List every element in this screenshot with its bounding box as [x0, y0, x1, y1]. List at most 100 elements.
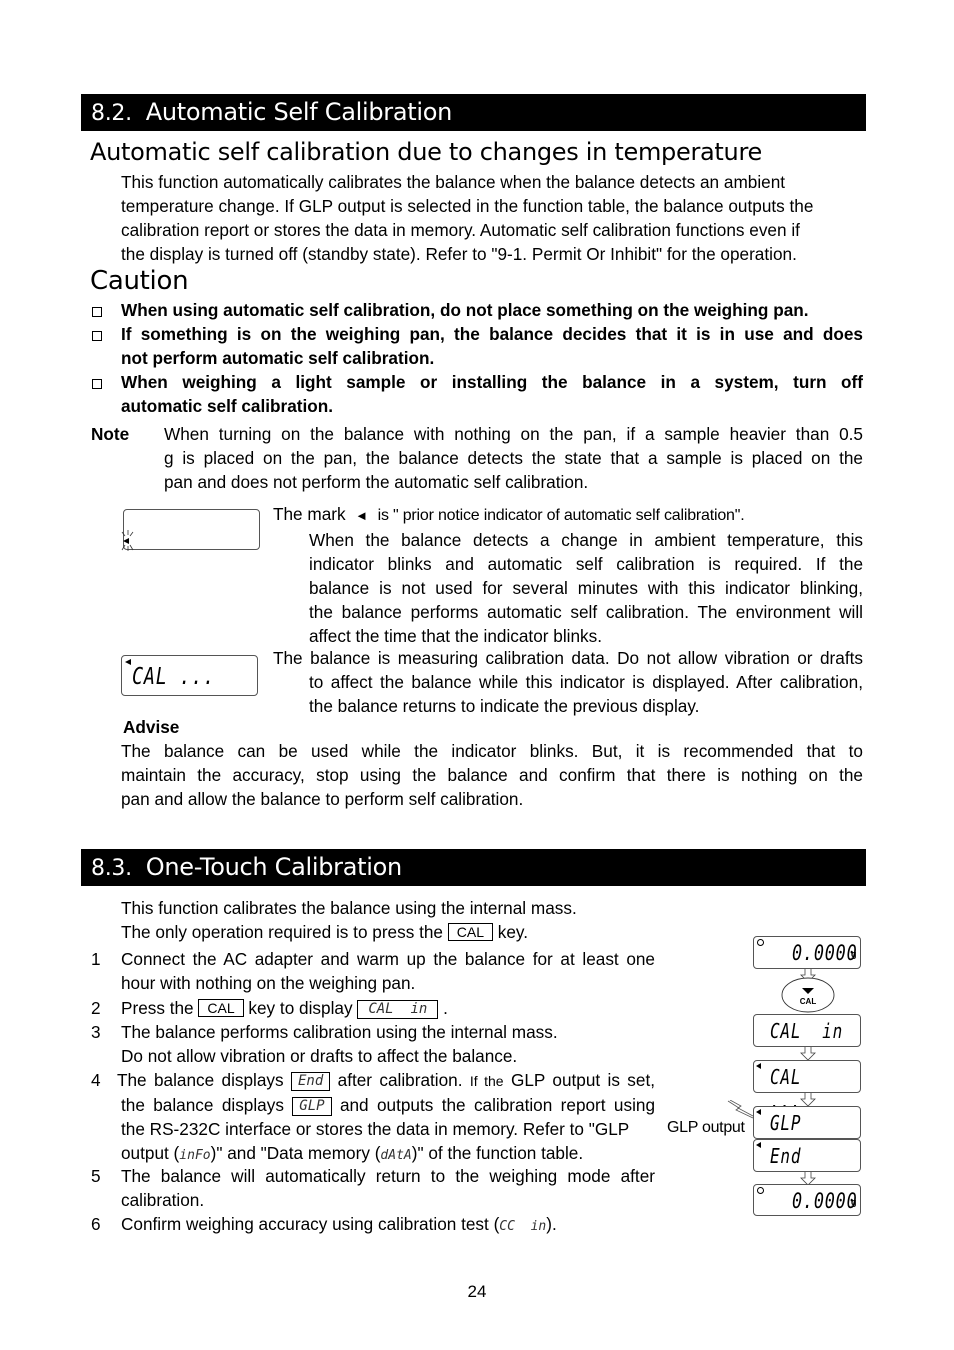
flow-lcd-cal-measuring: CAL ... [753, 1060, 861, 1113]
text: . [443, 998, 448, 1018]
unit-label: g [851, 949, 857, 959]
step-line: hour with nothing on the weighing pan. [121, 973, 416, 993]
intro-line: This function calibrates the balance usi… [121, 898, 577, 918]
cal-button-icon [781, 977, 835, 1013]
advise-line: pan and allow the balance to perform sel… [121, 789, 524, 809]
stable-indicator-icon [757, 1187, 764, 1194]
lcd-text: 0.0000 [792, 1189, 858, 1213]
text: after calibration. [337, 1070, 463, 1090]
indicator-mark-icon [125, 659, 131, 665]
section-header-8-2: 8.2. Automatic Self Calibration [81, 94, 866, 131]
bullet-icon [92, 379, 102, 389]
flow-arrow-icon [800, 1093, 816, 1107]
text: Confirm weighing accuracy using calibrat… [121, 1214, 500, 1234]
step-number: 5 [91, 1166, 101, 1186]
advise-label: Advise [123, 717, 180, 737]
intro-line: the display is turned off (standby state… [121, 244, 797, 264]
advise-line: maintain the accuracy, stop using the ba… [121, 765, 863, 785]
caution-item: If something is on the weighing pan, the… [121, 322, 863, 370]
advise-line: The balance can be used while the indica… [121, 741, 863, 761]
indicator-detail: When the balance detects a change in amb… [273, 528, 863, 648]
flow-lcd-end: End [753, 1139, 861, 1172]
lcd-inline-glp: GLP [292, 1097, 332, 1116]
text: output ( [121, 1143, 180, 1163]
indicator-mark-icon [756, 1142, 761, 1148]
lcd-code-info: inFo [179, 1148, 211, 1163]
measuring-line: the balance returns to indicate the prev… [309, 696, 700, 716]
intro-line: temperature change. If GLP output is sel… [121, 196, 814, 216]
text: The balance displays [117, 1070, 284, 1090]
caution-heading: Caution [90, 266, 189, 296]
note-line: pan and does not perform the automatic s… [164, 472, 589, 492]
text: Press the [121, 998, 194, 1018]
step-number: 6 [91, 1214, 101, 1234]
measuring-explanation: The balance is measuring calibration dat… [273, 646, 863, 718]
note-line: g is placed on the pan, the balance dete… [164, 448, 863, 468]
step-number: 1 [91, 949, 101, 969]
step-5: The balance will automatically return to… [121, 1164, 655, 1212]
lcd-display-cal-measuring: CAL ... [121, 655, 258, 696]
bullet-icon [92, 307, 102, 317]
flow-arrow-icon [800, 1047, 816, 1061]
caution-line: automatic self calibration. [121, 396, 334, 416]
step-number: 4 [91, 1070, 101, 1090]
step-6: Confirm weighing accuracy using calibrat… [121, 1212, 655, 1239]
flow-lcd-glp: GLP [753, 1106, 861, 1139]
text: )" and "Data memory ( [210, 1143, 381, 1163]
unit-label: g [851, 1197, 857, 1207]
text: If the [469, 1073, 504, 1089]
section-header-8-3: 8.3. One-Touch Calibration [81, 849, 866, 886]
lcd-code-data: dAtA [380, 1148, 412, 1163]
indicator-first-line: The mark ◄ is " prior notice indicator o… [273, 502, 863, 528]
lcd-code-cc-in: CC in [499, 1219, 547, 1234]
caution-line: When using automatic self calibration, d… [121, 300, 809, 320]
indicator-line: affect the time that the indicator blink… [309, 626, 602, 646]
step-line: Connect the AC adapter and warm up the b… [121, 949, 655, 969]
indicator-line: indicator blinks and automatic self cali… [309, 554, 863, 574]
caution-item: When weighing a light sample or installi… [121, 370, 863, 418]
lcd-display-blank [123, 509, 260, 550]
step-line: The balance performs calibration using t… [121, 1022, 558, 1042]
indicator-line: When the balance detects a change in amb… [309, 530, 863, 550]
caution-line: When weighing a light sample or installi… [121, 372, 863, 392]
flow-lcd-cal-in: CAL in [753, 1014, 861, 1047]
indicator-mark-icon [756, 1063, 761, 1069]
intro-line: calibration report or stores the data in… [121, 220, 800, 240]
text: ). [546, 1214, 557, 1234]
step-line: The balance displays End after calibrati… [117, 1068, 655, 1093]
lcd-text: CAL in [770, 1019, 844, 1043]
page-number: 24 [467, 1282, 487, 1301]
measuring-detail: to affect the balance while this indicat… [273, 670, 863, 718]
section-title: One-Touch Calibration [145, 853, 402, 881]
text: )" of the function table. [411, 1143, 584, 1163]
flow-lcd-zero-1: 0.0000 g [753, 936, 861, 969]
lcd-text: 0.0000 [792, 941, 858, 965]
indicator-explanation: The mark ◄ is " prior notice indicator o… [273, 502, 863, 648]
measuring-line: The balance is measuring calibration dat… [273, 648, 863, 668]
step-line: the balance displays GLP and outputs the… [117, 1093, 655, 1117]
indicator-line: the balance performs automatic self cali… [309, 602, 863, 622]
section-number: 8.2. [91, 101, 132, 126]
step-number: 2 [91, 998, 101, 1018]
one-touch-intro: This function calibrates the balance usi… [121, 896, 661, 944]
indicator-line: balance is not used for several minutes … [309, 578, 863, 598]
step-line: calibration. [121, 1190, 205, 1210]
section-number: 8.3. [91, 856, 132, 881]
step-2: Press the CAL key to display CAL in . [121, 996, 655, 1020]
text: key to display [248, 998, 353, 1018]
intro-paragraph: This function automatically calibrates t… [121, 170, 863, 266]
caution-line: not perform automatic self calibration. [121, 348, 435, 368]
data-output-lightning-icon [727, 1100, 754, 1119]
step-number: 3 [91, 1022, 101, 1042]
intro-line: The only operation required is to press … [121, 920, 661, 944]
bullet-icon [92, 331, 102, 341]
note-paragraph: When turning on the balance with nothing… [164, 422, 863, 494]
text: The only operation required is to press … [121, 922, 443, 942]
glp-output-label: GLP output [667, 1119, 745, 1136]
text: GLP output is set, [510, 1070, 655, 1090]
caution-item: When using automatic self calibration, d… [121, 298, 863, 322]
subheading-temperature: Automatic self calibration due to change… [90, 138, 762, 166]
lcd-text: End [770, 1144, 802, 1168]
prior-notice-mark-icon: ◄ [355, 508, 369, 523]
text: The mark [273, 504, 346, 524]
